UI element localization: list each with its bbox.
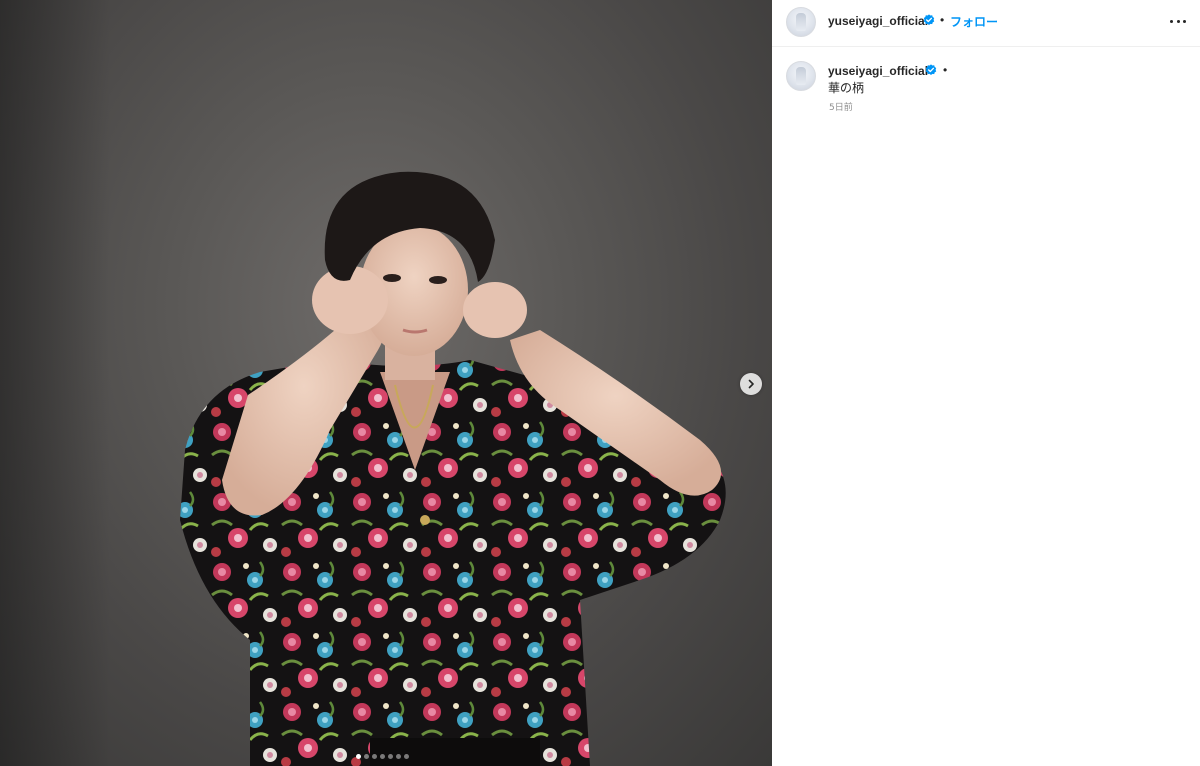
chevron-right-icon: [748, 379, 754, 389]
follow-button[interactable]: フォロー: [950, 13, 998, 30]
carousel-dot: [380, 754, 385, 759]
separator-dot: •: [943, 63, 948, 77]
carousel-dot: [356, 754, 361, 759]
separator-dot: •: [940, 13, 945, 27]
post-header: yuseiyagi_official • フォロー: [772, 0, 1200, 47]
carousel-dot: [396, 754, 401, 759]
more-options-icon[interactable]: [1170, 16, 1186, 26]
avatar[interactable]: [786, 7, 816, 37]
post-sidebar: yuseiyagi_official • フォロー yuseiyagi_offi…: [772, 0, 1200, 766]
carousel-dot: [364, 754, 369, 759]
caption-avatar[interactable]: [786, 61, 816, 91]
post-media[interactable]: [0, 0, 772, 766]
post-photo: [180, 171, 726, 766]
next-slide-button[interactable]: [740, 373, 762, 395]
post-timestamp[interactable]: 5日前: [829, 100, 853, 113]
carousel-dot: [372, 754, 377, 759]
username-link[interactable]: yuseiyagi_official: [828, 14, 928, 28]
carousel-indicator: [356, 754, 409, 759]
verified-badge-icon: [925, 64, 937, 75]
verified-badge-icon: [923, 14, 935, 25]
carousel-dot: [388, 754, 393, 759]
caption-username-link[interactable]: yuseiyagi_official: [828, 64, 928, 78]
carousel-dot: [404, 754, 409, 759]
post-caption: 華の柄: [828, 81, 865, 95]
